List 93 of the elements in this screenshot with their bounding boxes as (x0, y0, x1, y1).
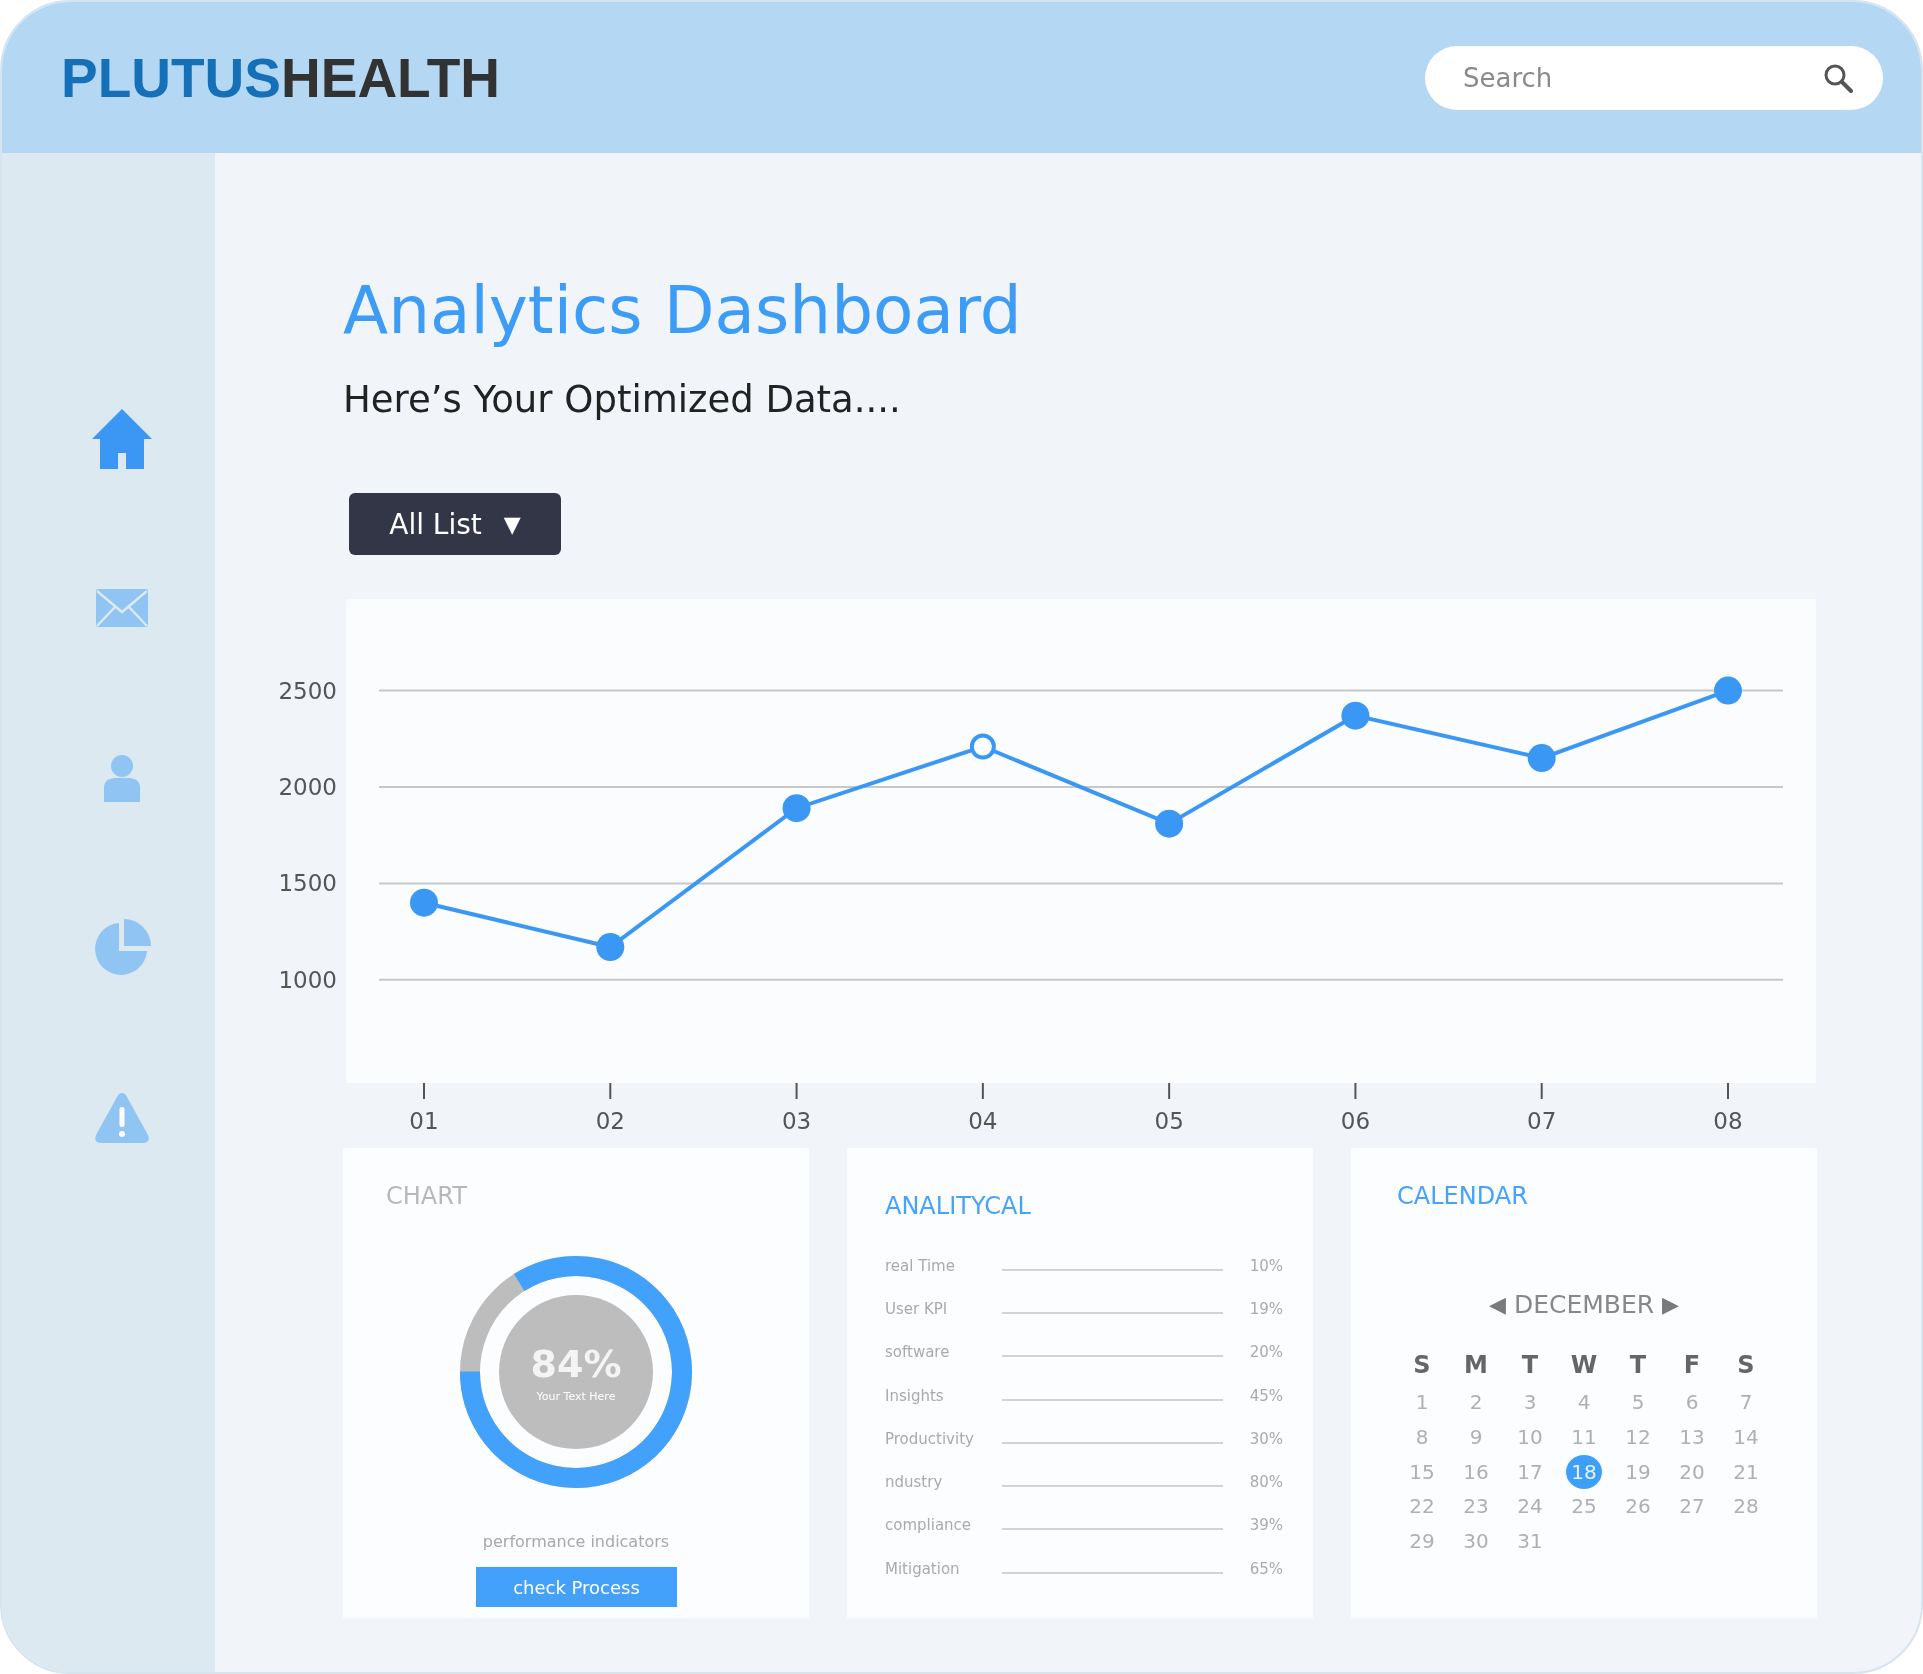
calendar-day[interactable]: 24 (1512, 1489, 1548, 1524)
x-axis-label: 08 (1713, 1108, 1743, 1134)
metric-value: 10% (1249, 1256, 1283, 1275)
weekday-label: S (1412, 1350, 1432, 1381)
metric-label: compliance (885, 1516, 973, 1535)
calendar-day[interactable]: 31 (1512, 1524, 1548, 1559)
data-point (1714, 676, 1742, 705)
weekday-label: M (1463, 1350, 1489, 1381)
pie-chart-icon[interactable] (92, 919, 151, 977)
metric-value: 80% (1249, 1473, 1283, 1492)
calendar-day[interactable]: 12 (1620, 1420, 1656, 1455)
y-axis-label: 2000 (278, 774, 337, 800)
calendar-day[interactable]: 20 (1674, 1454, 1710, 1489)
metric-value: 30% (1249, 1429, 1283, 1448)
calendar-day[interactable]: 18 (1566, 1454, 1602, 1489)
weekday-label: F (1682, 1350, 1702, 1381)
card-title: CHART (386, 1182, 468, 1210)
month-label: DECEMBER (1513, 1290, 1655, 1319)
metric-value: 65% (1249, 1559, 1283, 1578)
mail-icon[interactable] (94, 588, 149, 628)
calendar-day[interactable]: 15 (1404, 1454, 1440, 1489)
metric-label: Insights (885, 1386, 945, 1405)
metric-value: 45% (1249, 1386, 1283, 1405)
search-field[interactable]: Search (1425, 45, 1883, 110)
calendar-day[interactable]: 5 (1620, 1385, 1656, 1420)
card-title: ANALITYCAL (885, 1192, 1032, 1220)
calendar-day[interactable]: 23 (1458, 1489, 1494, 1524)
metric-value: 19% (1249, 1299, 1283, 1318)
y-axis-label: 2500 (278, 677, 337, 704)
weekday-label: S (1736, 1350, 1756, 1381)
x-axis-label: 03 (781, 1108, 812, 1134)
data-point (782, 794, 811, 823)
weekday-label: W (1569, 1350, 1599, 1381)
calendar-day[interactable]: 1 (1404, 1385, 1440, 1420)
next-month-button[interactable]: ▶ (1658, 1291, 1684, 1318)
calendar-day[interactable]: 30 (1458, 1524, 1494, 1559)
metric-label: Productivity (885, 1429, 975, 1448)
page-subtitle: Here’s Your Optimized Data.... (343, 377, 902, 423)
metric-label: Mitigation (885, 1559, 961, 1578)
metric-label: ndustry (885, 1473, 944, 1492)
calendar-day[interactable]: 13 (1674, 1420, 1710, 1455)
calendar-day[interactable]: 11 (1566, 1420, 1602, 1455)
calendar-day[interactable]: 28 (1728, 1489, 1764, 1524)
data-point (1527, 744, 1556, 773)
calendar-day[interactable]: 4 (1566, 1385, 1602, 1420)
x-axis-label: 07 (1527, 1108, 1557, 1134)
x-axis-label: 02 (595, 1108, 625, 1134)
y-axis-label: 1000 (278, 966, 337, 993)
metric-value: 39% (1249, 1516, 1283, 1535)
calendar-day[interactable]: 19 (1620, 1454, 1656, 1489)
metric-label: User KPI (885, 1299, 949, 1318)
data-point (1155, 809, 1184, 838)
x-axis-label: 05 (1154, 1108, 1184, 1134)
gauge-label: performance indicators (481, 1532, 671, 1551)
warning-icon[interactable] (93, 1091, 150, 1145)
metric-label: real Time (885, 1256, 956, 1275)
calendar-day[interactable]: 16 (1458, 1454, 1494, 1489)
calendar-day[interactable]: 3 (1512, 1385, 1548, 1420)
check-process-button[interactable]: check Process (476, 1567, 677, 1607)
metric-label: software (885, 1343, 951, 1362)
x-axis-label: 01 (409, 1108, 439, 1134)
x-axis-label: 06 (1340, 1108, 1371, 1134)
calendar-day[interactable]: 14 (1728, 1420, 1764, 1455)
data-point (969, 733, 996, 760)
y-axis-label: 1500 (278, 870, 337, 897)
calendar-day[interactable]: 6 (1674, 1385, 1710, 1420)
weekday-label: T (1628, 1350, 1648, 1381)
calendar-day[interactable]: 7 (1728, 1385, 1764, 1420)
metric-value: 20% (1249, 1343, 1283, 1362)
logo: PLUTUSHEALTH (61, 45, 500, 110)
calendar-day[interactable]: 8 (1404, 1420, 1440, 1455)
list-dropdown[interactable]: All List ▼ (349, 493, 561, 555)
gauge-caption: Your Text Here (536, 1389, 616, 1403)
data-point (410, 888, 438, 917)
previous-month-button[interactable]: ◀ (1484, 1291, 1510, 1318)
calendar-day[interactable]: 2 (1458, 1385, 1494, 1420)
weekday-label: T (1520, 1350, 1540, 1381)
x-axis-label: 04 (968, 1108, 998, 1134)
calendar-day[interactable]: 25 (1566, 1489, 1602, 1524)
calendar-day[interactable]: 21 (1728, 1454, 1764, 1489)
calendar-day[interactable]: 9 (1458, 1420, 1494, 1455)
calendar-day[interactable]: 22 (1404, 1489, 1440, 1524)
data-point (596, 933, 625, 962)
data-point (1341, 701, 1370, 730)
calendar-day[interactable]: 29 (1404, 1524, 1440, 1559)
card-title: CALENDAR (1397, 1182, 1529, 1210)
calendar-day[interactable]: 26 (1620, 1489, 1656, 1524)
calendar-day[interactable]: 27 (1674, 1489, 1710, 1524)
calendar-day[interactable]: 10 (1512, 1420, 1548, 1455)
search-icon[interactable] (1823, 62, 1853, 93)
user-icon[interactable] (101, 754, 142, 802)
calendar-day[interactable]: 17 (1512, 1454, 1548, 1489)
page-title: Analytics Dashboard (343, 271, 1023, 351)
